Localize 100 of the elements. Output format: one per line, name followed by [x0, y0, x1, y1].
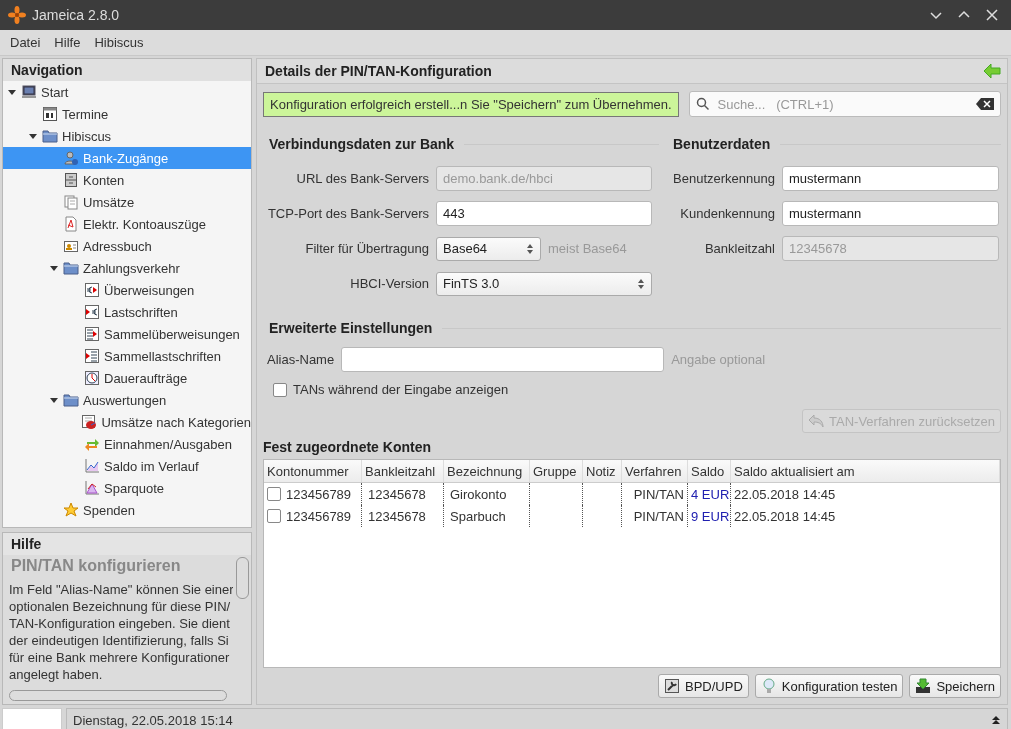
- scrollbar-thumb[interactable]: [9, 690, 227, 701]
- clear-icon[interactable]: [976, 98, 994, 110]
- table-cell: 22.05.2018 14:45: [734, 486, 836, 502]
- column-header[interactable]: Bankleitzahl: [362, 460, 444, 482]
- folder-icon: [63, 260, 79, 276]
- list-debit-icon: [84, 348, 100, 364]
- tree-item[interactable]: Umsätze: [3, 191, 251, 213]
- column-header[interactable]: Saldo: [688, 460, 731, 482]
- menu-item[interactable]: Hibiscus: [88, 33, 150, 52]
- text-field[interactable]: mustermann: [782, 166, 999, 191]
- computer-icon: [21, 84, 37, 100]
- dropdown[interactable]: FinTS 3.0: [436, 271, 652, 296]
- column-header[interactable]: Gruppe: [530, 460, 583, 482]
- debit-icon: [84, 304, 100, 320]
- table-cell: 123456789: [286, 508, 352, 524]
- field-label: Alias-Name: [267, 352, 335, 367]
- tree-item[interactable]: Start: [3, 81, 251, 103]
- field-label: URL des Bank-Servers: [295, 171, 429, 186]
- light-bulb-icon: [760, 678, 777, 694]
- table-cell: 4 EUR: [691, 486, 730, 502]
- tree-item[interactable]: Überweisungen: [3, 279, 251, 301]
- collapse-icon[interactable]: [991, 715, 1001, 725]
- expanded-arrow-icon[interactable]: [28, 131, 38, 141]
- clock-icon: [84, 370, 100, 386]
- folder-icon: [63, 392, 79, 408]
- dropdown[interactable]: Base64: [436, 236, 541, 261]
- checkbox[interactable]: [267, 487, 281, 501]
- field-label: Bankleitzahl: [703, 241, 775, 256]
- search-icon: [695, 97, 710, 111]
- tree-item[interactable]: Sparquote: [3, 477, 251, 499]
- action-button[interactable]: BPD/UPD: [658, 674, 749, 698]
- undo-arrow-icon: [808, 414, 825, 428]
- field-label: Filter für Übertragung: [304, 241, 429, 256]
- panel-title: Details der PIN/TAN-Konfiguration: [265, 63, 493, 79]
- field-label: Benutzerkennung: [672, 171, 775, 186]
- success-message: Konfiguration erfolgreich erstell...n Sie "Speichern" zum Übernehmen.: [263, 91, 679, 117]
- tree-item[interactable]: Daueraufträge: [3, 367, 251, 389]
- column-header[interactable]: Saldo aktualisiert am: [731, 460, 1000, 482]
- search-field[interactable]: Suche... (CTRL+1): [688, 91, 1001, 117]
- tree-item[interactable]: Saldo im Verlauf: [3, 455, 251, 477]
- menu-item[interactable]: Datei: [4, 33, 47, 52]
- tree-item[interactable]: Zahlungsverkehr: [3, 257, 251, 279]
- wrench-icon: [664, 678, 680, 694]
- expanded-arrow-icon[interactable]: [7, 87, 17, 97]
- panel-title: Navigation: [3, 59, 251, 81]
- text-field[interactable]: 443: [436, 201, 652, 226]
- app-logo-icon: [8, 6, 26, 24]
- column-header[interactable]: Verfahren: [622, 460, 688, 482]
- scrollbar-thumb[interactable]: [236, 557, 249, 599]
- line-chart-icon: [84, 458, 100, 474]
- action-button[interactable]: Speichern: [909, 674, 1001, 698]
- action-button[interactable]: Konfiguration testen: [754, 674, 904, 698]
- tree-item[interactable]: Einnahmen/Ausgaben: [3, 433, 251, 455]
- field-label: Kundenkennung: [679, 206, 775, 221]
- hint-text: Angabe optional: [671, 352, 766, 367]
- text-field[interactable]: [341, 347, 665, 372]
- table-cell: 22.05.2018 14:45: [734, 508, 836, 524]
- table-cell: PIN/TAN: [633, 508, 684, 524]
- help-text: Im Feld "Alias-Name" können Sie einer optionalen Bezeichnung für diese PIN/ TAN-Konfiguration eingeben. Sie dient der eindeutigen Identifizierung, falls Si für eine Bank mehrere Konfigurationer angelegt haben.: [8, 581, 233, 683]
- table-cell: PIN/TAN: [633, 486, 684, 502]
- checkbox[interactable]: [273, 382, 287, 397]
- expanded-arrow-icon[interactable]: [49, 263, 59, 273]
- menu-item[interactable]: Hilfe: [48, 33, 87, 52]
- tree-item[interactable]: Sammellastschriften: [3, 345, 251, 367]
- user-icon: [63, 150, 79, 166]
- status-text: Dienstag, 22.05.2018 15:14: [73, 712, 233, 728]
- checkbox[interactable]: [267, 509, 281, 523]
- spinner-arrows-icon: [526, 242, 534, 255]
- section-heading: Verbindungsdaten zur Bank: [269, 136, 455, 152]
- tree-item[interactable]: Elektr. Kontoauszüge: [3, 213, 251, 235]
- help-heading: PIN/TAN konfigurieren: [10, 556, 182, 576]
- tree-item[interactable]: Auswertungen: [3, 389, 251, 411]
- table-cell: 9 EUR: [691, 508, 730, 524]
- table-cell: Sparbuch: [450, 508, 506, 524]
- star-icon: [63, 502, 79, 518]
- tree-item[interactable]: Spenden: [3, 499, 251, 521]
- list-transfer-icon: [84, 326, 100, 342]
- transfer-icon: [84, 282, 100, 298]
- section-heading: Erweiterte Einstellungen: [269, 320, 433, 336]
- text-field[interactable]: mustermann: [782, 201, 999, 226]
- column-header[interactable]: Kontonummer: [264, 460, 362, 482]
- window-title: Jameica 2.8.0: [32, 7, 120, 23]
- table-cell: 123456789: [286, 486, 352, 502]
- section-heading: Fest zugeordnete Konten: [263, 439, 432, 455]
- table-cell: Girokonto: [450, 486, 507, 502]
- panel-title: Hilfe: [3, 533, 251, 555]
- search-input[interactable]: Suche... (CTRL+1): [715, 95, 970, 113]
- tree-item[interactable]: Adressbuch: [3, 235, 251, 257]
- tree-item[interactable]: Hibiscus: [3, 125, 251, 147]
- column-header[interactable]: Notiz: [583, 460, 622, 482]
- pdf-document-icon: [63, 216, 79, 232]
- tree-item[interactable]: Termine: [3, 103, 251, 125]
- expanded-arrow-icon[interactable]: [49, 395, 59, 405]
- tree-item[interactable]: Konten: [3, 169, 251, 191]
- field-label: TCP-Port des Bank-Servers: [266, 206, 429, 221]
- tree-item[interactable]: Umsätze nach Kategorien: [3, 411, 251, 433]
- tree-item[interactable]: Lastschriften: [3, 301, 251, 323]
- table-cell: 12345678: [368, 486, 426, 502]
- tree-item[interactable]: Sammelüberweisungen: [3, 323, 251, 345]
- column-header[interactable]: Bezeichnung: [444, 460, 530, 482]
